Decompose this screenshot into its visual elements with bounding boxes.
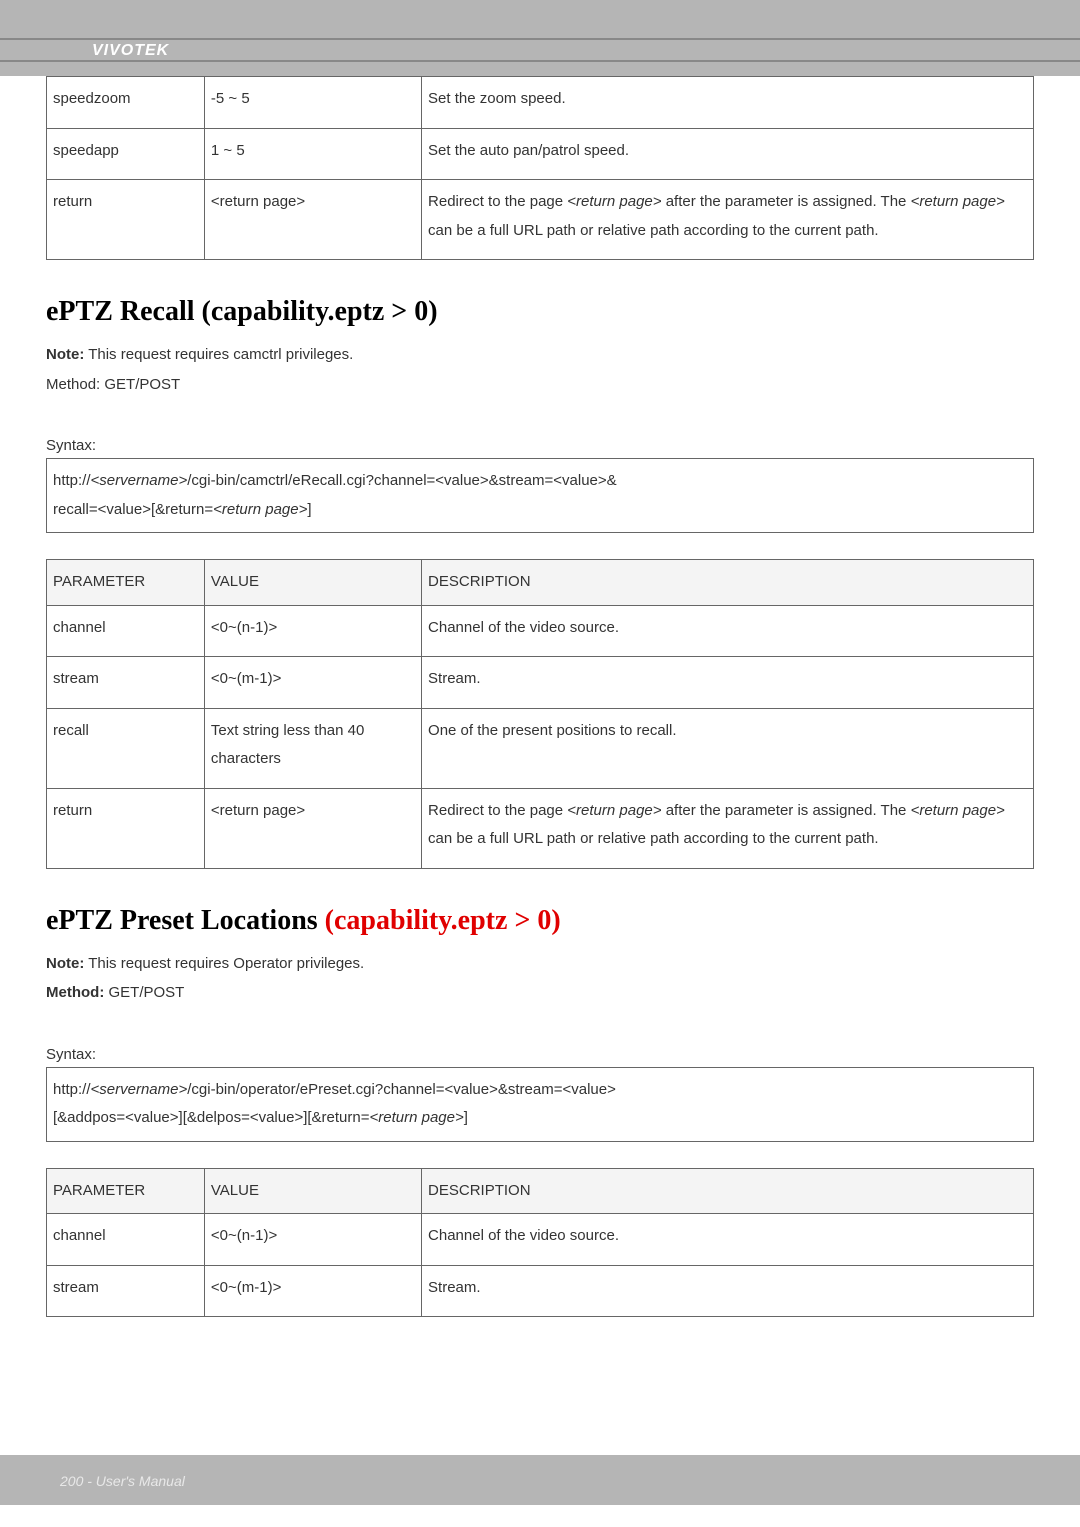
return-page-italic: <return page> [567,193,661,210]
syntax-box: http://<servername>/cgi-bin/operator/ePr… [46,1067,1034,1142]
cell-desc: Redirect to the page <return page> after… [422,788,1034,868]
cell-value: 1 ~ 5 [204,128,421,180]
syntax-text: http:// [53,1081,91,1098]
cell-value: <0~(n-1)> [204,1214,421,1266]
cell-value: <0~(n-1)> [204,605,421,657]
syntax-text: ] [464,1109,468,1126]
cell-value: Text string less than 40 characters [204,708,421,788]
syntax-text: recall=<value>[&return= [53,501,213,518]
header-bar: VIVOTEK [0,0,1080,76]
top-partial-table: speedzoom -5 ~ 5 Set the zoom speed. spe… [46,76,1034,260]
header-desc: DESCRIPTION [422,1168,1034,1214]
header-param: PARAMETER [47,1168,205,1214]
desc-text: can be a full URL path or relative path … [428,830,879,847]
cell-desc: Channel of the video source. [422,605,1034,657]
header-value: VALUE [204,560,421,606]
recall-param-table: PARAMETER VALUE DESCRIPTION channel <0~(… [46,559,1034,869]
method-label: Method: [46,984,104,1001]
return-page-italic: <return page> [213,501,307,518]
syntax-text: /cgi-bin/operator/ePreset.cgi?channel=<v… [187,1081,616,1098]
method-text: GET/POST [104,984,184,1001]
preset-param-table: PARAMETER VALUE DESCRIPTION channel <0~(… [46,1168,1034,1318]
heading-text: ePTZ Preset Locations [46,905,325,936]
table-row: stream <0~(m-1)> Stream. [47,657,1034,709]
page-footer: 200 - User's Manual [0,1455,1080,1505]
heading-capability-red: (capability.eptz > 0) [325,905,561,936]
table-row: return <return page> Redirect to the pag… [47,788,1034,868]
note-label: Note: [46,955,84,972]
return-page-italic: <return page> [567,802,661,819]
method-line: Method: GET/POST [46,980,1034,1006]
table-row: speedzoom -5 ~ 5 Set the zoom speed. [47,77,1034,129]
cell-desc: Redirect to the page <return page> after… [422,180,1034,260]
header-value: VALUE [204,1168,421,1214]
return-page-italic: <return page> [911,802,1005,819]
cell-value: <0~(m-1)> [204,1265,421,1317]
cell-param: channel [47,1214,205,1266]
cell-param: recall [47,708,205,788]
table-row: channel <0~(n-1)> Channel of the video s… [47,605,1034,657]
syntax-label: Syntax: [46,1046,1034,1063]
header-desc: DESCRIPTION [422,560,1034,606]
cell-desc: One of the present positions to recall. [422,708,1034,788]
note-text: This request requires camctrl privileges… [84,346,353,363]
syntax-text: /cgi-bin/camctrl/eRecall.cgi?channel=<va… [187,472,616,489]
cell-param: return [47,180,205,260]
cell-param: return [47,788,205,868]
syntax-text: [&addpos=<value>][&delpos=<value>][&retu… [53,1109,370,1126]
cell-value: -5 ~ 5 [204,77,421,129]
cell-param: speedapp [47,128,205,180]
table-row: channel <0~(n-1)> Channel of the video s… [47,1214,1034,1266]
note-label: Note: [46,346,84,363]
section-heading-eptz-preset: ePTZ Preset Locations (capability.eptz >… [46,905,1034,937]
table-header-row: PARAMETER VALUE DESCRIPTION [47,560,1034,606]
cell-value: <return page> [204,180,421,260]
servername-italic: <servername> [91,472,188,489]
desc-text: Redirect to the page [428,193,567,210]
note-line: Note: This request requires Operator pri… [46,951,1034,977]
cell-param: stream [47,1265,205,1317]
servername-italic: <servername> [91,1081,188,1098]
table-row: recall Text string less than 40 characte… [47,708,1034,788]
table-row: stream <0~(m-1)> Stream. [47,1265,1034,1317]
cell-value: <0~(m-1)> [204,657,421,709]
cell-desc: Stream. [422,1265,1034,1317]
desc-text: after the parameter is assigned. The [662,802,911,819]
table-header-row: PARAMETER VALUE DESCRIPTION [47,1168,1034,1214]
section-heading-eptz-recall: ePTZ Recall (capability.eptz > 0) [46,296,1034,328]
brand-logo: VIVOTEK [92,42,169,59]
syntax-box: http://<servername>/cgi-bin/camctrl/eRec… [46,458,1034,533]
return-page-italic: <return page> [911,193,1005,210]
return-page-italic: <return page> [370,1109,464,1126]
cell-desc: Set the auto pan/patrol speed. [422,128,1034,180]
note-line: Note: This request requires camctrl priv… [46,342,1034,368]
table-row: speedapp 1 ~ 5 Set the auto pan/patrol s… [47,128,1034,180]
desc-text: can be a full URL path or relative path … [428,222,879,239]
footer-text: 200 - User's Manual [60,1473,185,1489]
cell-value: <return page> [204,788,421,868]
cell-desc: Stream. [422,657,1034,709]
cell-param: speedzoom [47,77,205,129]
syntax-text: http:// [53,472,91,489]
header-param: PARAMETER [47,560,205,606]
cell-desc: Set the zoom speed. [422,77,1034,129]
desc-text: after the parameter is assigned. The [662,193,911,210]
note-text: This request requires Operator privilege… [84,955,364,972]
desc-text: Redirect to the page [428,802,567,819]
method-line: Method: GET/POST [46,372,1034,398]
syntax-label: Syntax: [46,437,1034,454]
table-row: return <return page> Redirect to the pag… [47,180,1034,260]
document-page: VIVOTEK speedzoom -5 ~ 5 Set the zoom sp… [0,0,1080,1527]
syntax-text: ] [307,501,311,518]
cell-param: stream [47,657,205,709]
cell-param: channel [47,605,205,657]
cell-desc: Channel of the video source. [422,1214,1034,1266]
